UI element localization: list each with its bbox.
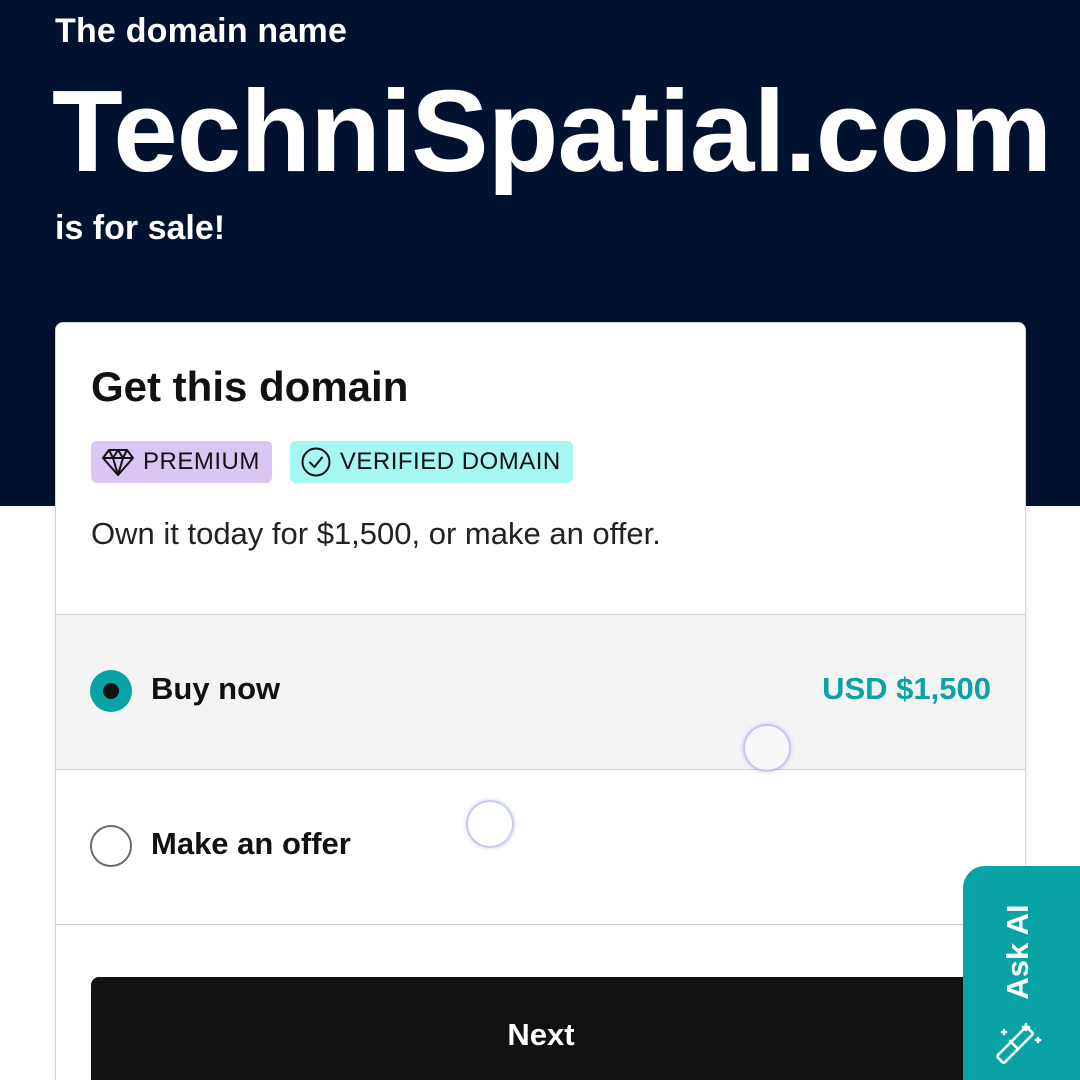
hero-subtitle: is for sale! [55, 209, 226, 247]
premium-badge: PREMIUM [91, 441, 272, 483]
make-offer-option[interactable]: Make an offer [56, 769, 1025, 925]
make-offer-label: Make an offer [151, 826, 351, 861]
domain-name-title: TechniSpatial.com [52, 66, 1052, 196]
page: The domain name TechniSpatial.com is for… [0, 0, 1080, 1080]
make-offer-radio[interactable] [90, 825, 132, 867]
verified-badge: VERIFIED DOMAIN [289, 441, 573, 483]
buy-now-label: Buy now [151, 671, 281, 706]
next-button[interactable]: Next [91, 977, 991, 1080]
check-circle-icon [301, 447, 331, 477]
hero-eyebrow: The domain name [55, 12, 348, 50]
verified-badge-label: VERIFIED DOMAIN [339, 448, 561, 475]
ask-ai-label: Ask AI [1000, 904, 1035, 1000]
purchase-card: Get this domain PREMIUM VERIFIED DOMAIN … [55, 322, 1026, 1080]
badge-row: PREMIUM VERIFIED DOMAIN [91, 441, 573, 483]
buy-now-radio[interactable] [90, 670, 132, 712]
touch-indicator [466, 800, 514, 848]
card-title: Get this domain [91, 363, 409, 410]
diamond-icon [102, 449, 134, 476]
touch-indicator [743, 724, 791, 772]
buy-now-option[interactable]: Buy now USD $1,500 [56, 614, 1025, 769]
buy-now-price: USD $1,500 [822, 671, 991, 706]
price-description: Own it today for $1,500, or make an offe… [91, 516, 661, 551]
premium-badge-label: PREMIUM [143, 448, 260, 475]
magic-wand-icon [996, 1022, 1042, 1064]
